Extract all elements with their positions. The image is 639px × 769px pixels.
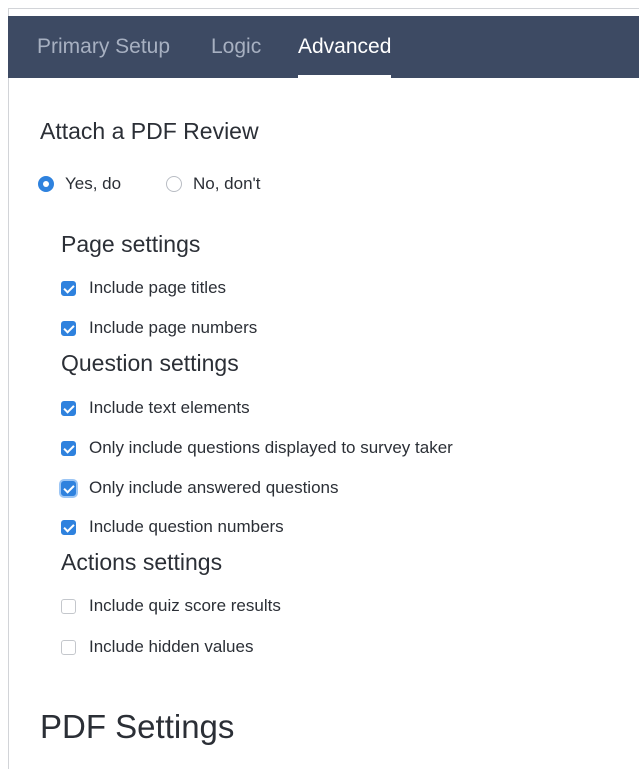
- checkbox-row-page-numbers[interactable]: Include page numbers: [61, 316, 257, 340]
- checkbox-text-elements[interactable]: [61, 400, 76, 416]
- checkbox-row-hidden-values[interactable]: Include hidden values: [61, 635, 253, 659]
- checkbox-row-displayed-questions[interactable]: Only include questions displayed to surv…: [61, 436, 453, 460]
- checkbox-question-numbers[interactable]: [61, 519, 76, 535]
- checkbox-label: Include page titles: [89, 278, 227, 297]
- checkbox-row-question-numbers[interactable]: Include question numbers: [61, 515, 284, 539]
- checkbox-row-answered-questions[interactable]: Only include answered questions: [61, 476, 338, 500]
- checkbox-page-numbers[interactable]: [61, 320, 76, 336]
- checkbox-hidden-values[interactable]: [61, 639, 76, 655]
- checkbox-answered-questions[interactable]: [61, 480, 76, 496]
- tab-advanced[interactable]: Advanced: [298, 16, 392, 78]
- checkbox-label: Include page numbers: [89, 318, 258, 337]
- checkbox-row-quiz-score[interactable]: Include quiz score results: [61, 594, 281, 618]
- checkbox-row-page-titles[interactable]: Include page titles: [61, 276, 226, 300]
- page-settings-heading: Page settings: [61, 231, 201, 257]
- radio-option-no[interactable]: No, don't: [166, 172, 261, 196]
- question-settings-heading: Question settings: [61, 350, 239, 376]
- checkbox-label: Include hidden values: [89, 637, 254, 656]
- radio-label-yes: Yes, do: [65, 174, 122, 193]
- pdf-settings-heading: PDF Settings: [40, 708, 235, 745]
- attach-pdf-title: Attach a PDF Review: [40, 118, 259, 144]
- checkbox-label: Include quiz score results: [89, 596, 281, 615]
- checkbox-label: Include text elements: [89, 398, 250, 417]
- checkbox-label: Only include answered questions: [89, 478, 339, 497]
- radio-option-yes[interactable]: Yes, do: [38, 172, 121, 196]
- checkbox-page-titles[interactable]: [61, 280, 76, 296]
- tab-primary-setup[interactable]: Primary Setup: [37, 16, 170, 78]
- tab-bar: Primary Setup Logic Advanced: [8, 16, 639, 78]
- radio-button-selected[interactable]: [38, 176, 54, 192]
- checkbox-displayed-questions[interactable]: [61, 440, 76, 456]
- checkbox-row-text-elements[interactable]: Include text elements: [61, 396, 250, 420]
- radio-label-no: No, don't: [193, 174, 261, 193]
- tab-logic[interactable]: Logic: [211, 16, 261, 78]
- actions-settings-heading: Actions settings: [61, 549, 223, 575]
- radio-button-unselected[interactable]: [166, 176, 182, 192]
- checkbox-quiz-score[interactable]: [61, 598, 76, 614]
- checkbox-label: Only include questions displayed to surv…: [89, 438, 453, 457]
- checkbox-label: Include question numbers: [89, 517, 284, 536]
